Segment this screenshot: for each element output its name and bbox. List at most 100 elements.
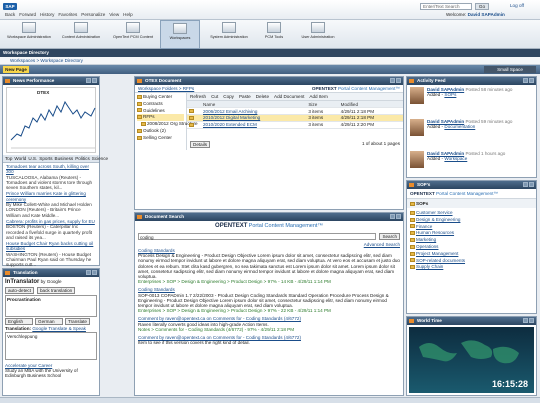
from-language-select[interactable]: English [5, 318, 33, 325]
list-item[interactable]: Project Management [410, 251, 533, 258]
tab-top[interactable]: Top [5, 156, 12, 161]
cut-button[interactable]: Cut [211, 94, 218, 99]
world-time-header[interactable]: World Time [407, 317, 536, 325]
activity-target-link[interactable]: Workspace [444, 156, 467, 161]
copy-button[interactable]: Copy [223, 94, 234, 99]
search-button[interactable]: Go [475, 3, 489, 10]
tab-system-administration[interactable]: System Administration [204, 20, 254, 49]
news-headline-link[interactable]: Cabrera: profits in gas prices, supply f… [6, 219, 95, 224]
add-document-button[interactable]: Add Document [274, 94, 304, 99]
tree-item[interactable]: Contracts [137, 101, 184, 108]
tab-us[interactable]: U.S. [28, 156, 37, 161]
folder-breadcrumb[interactable]: Workspace Folders > RFPs [138, 86, 194, 91]
small-space-button[interactable]: Small Space [484, 66, 536, 73]
tab-icon [22, 22, 36, 33]
list-item[interactable]: Finance [410, 224, 533, 231]
tab-politics[interactable]: Politics [75, 156, 90, 161]
column-header[interactable]: Modified [338, 101, 403, 109]
table-row[interactable]: 2010/2012 Digital Marketing 3 items 4/29/1… [187, 114, 403, 122]
list-item[interactable]: SOP-related documents [410, 258, 533, 265]
minimize-icon[interactable] [390, 78, 395, 83]
list-item[interactable]: Operations [410, 244, 533, 251]
list-item[interactable]: Supply Chain [410, 264, 533, 271]
tree-item[interactable]: Guidelines [137, 108, 184, 115]
translate-button[interactable]: Translate [65, 318, 90, 325]
tab-user-administration[interactable]: User Administration [294, 20, 342, 49]
menu-forward[interactable]: Forward [19, 12, 36, 17]
minimize-icon[interactable] [86, 270, 91, 275]
news-panel-header[interactable]: News Performance [3, 77, 99, 85]
close-icon[interactable] [529, 318, 534, 323]
opentext-logo: OPENTEXT [215, 223, 248, 229]
document-search-input[interactable]: coding [138, 233, 377, 240]
main-menu: Back Forward History Favorites Personali… [5, 12, 133, 17]
list-item[interactable]: Design & Engineering [410, 217, 533, 224]
menu-favorites[interactable]: Favorites [58, 12, 77, 17]
tab-content-administration[interactable]: Content Administration [56, 20, 106, 49]
view-select[interactable]: Details [190, 140, 211, 148]
menu-back[interactable]: Back [5, 12, 15, 17]
tab-opentext-pcm-content[interactable]: OpenText PCM Content [108, 20, 158, 49]
sops-panel-header[interactable]: SOP's [407, 181, 536, 189]
minimize-icon[interactable] [523, 318, 528, 323]
minimize-icon[interactable] [390, 214, 395, 219]
tab-world[interactable]: World [14, 156, 26, 161]
new-page-button[interactable]: New Page [3, 66, 29, 73]
world-time-panel: World Time 16:15:28 [406, 316, 537, 396]
minimize-icon[interactable] [523, 78, 528, 83]
tab-sports[interactable]: Sports [39, 156, 52, 161]
close-icon[interactable] [529, 78, 534, 83]
news-headline-link[interactable]: House Budget Chair Ryan backs cutting oi… [6, 241, 93, 251]
menu-help[interactable]: Help [123, 12, 132, 17]
tree-item[interactable]: 2008/2012 Org Structure [137, 121, 198, 128]
tab-pcm-tools[interactable]: PCM Tools [256, 20, 292, 49]
activity-panel-header[interactable]: Activity Feed [407, 77, 536, 85]
delete-button[interactable]: Delete [256, 94, 269, 99]
close-icon[interactable] [92, 270, 97, 275]
menu-view[interactable]: View [109, 12, 119, 17]
back-translation-toggle[interactable]: back translation [37, 287, 76, 294]
auto-detect-toggle[interactable]: auto-detect [5, 287, 34, 294]
close-icon[interactable] [92, 78, 97, 83]
refresh-button[interactable]: Refresh [190, 94, 206, 99]
close-icon[interactable] [396, 78, 401, 83]
list-item[interactable]: Marketing [410, 237, 533, 244]
activity-target-link[interactable]: SOPs [444, 92, 456, 97]
tree-item[interactable]: Buying Center [137, 94, 184, 101]
otex-panel-header[interactable]: OTEX Document [135, 77, 403, 85]
menu-history[interactable]: History [40, 12, 54, 17]
breadcrumb[interactable]: Workspaces > Workspace Directory [0, 57, 540, 65]
list-item[interactable]: Human Resources [410, 230, 533, 237]
list-item[interactable]: Customer Service [410, 210, 533, 217]
google-translate-link[interactable]: Google Translate & Speak [32, 326, 86, 331]
tree-item-selected[interactable]: RFPs [137, 114, 184, 122]
column-header[interactable]: Name [201, 101, 307, 109]
close-icon[interactable] [396, 214, 401, 219]
close-icon[interactable] [529, 182, 534, 187]
table-row[interactable]: 2006/2012 Email Archiving 3 items 4/29/11 … [187, 107, 403, 116]
news-headline-link[interactable]: Tornadoes tear across South, killing ove… [6, 164, 89, 174]
tree-item[interactable]: Selling Center [137, 135, 184, 142]
menu-personalize[interactable]: Personalize [81, 12, 105, 17]
logoff-link[interactable]: Log off [510, 3, 524, 8]
news-headline-link[interactable]: Prince William marries Kate in glitterin… [6, 191, 86, 201]
add-item-button[interactable]: Add Item [309, 94, 327, 99]
tab-business[interactable]: Business [55, 156, 74, 161]
tab-science[interactable]: Science [92, 156, 108, 161]
translator-brand: InTranslator [5, 279, 40, 285]
tree-item[interactable]: Outlook (2) [137, 128, 184, 135]
search-panel-header[interactable]: Document Search [135, 213, 403, 221]
paste-button[interactable]: Paste [239, 94, 251, 99]
minimize-icon[interactable] [86, 78, 91, 83]
search-input[interactable]: Enter/Text Search [420, 3, 472, 10]
table-row[interactable]: 2010/2020 Extended ECM 3 items 4/29/11 2:2… [187, 121, 403, 129]
activity-target-link[interactable]: Documentation [444, 124, 475, 129]
source-text-input[interactable]: Procrastination [5, 295, 97, 317]
minimize-icon[interactable] [523, 182, 528, 187]
column-header[interactable]: Size [306, 101, 339, 109]
translation-panel-header[interactable]: Translation [3, 269, 99, 277]
to-language-select[interactable]: German [35, 318, 63, 325]
tab-workspaces[interactable]: Workspaces [160, 20, 200, 49]
tab-workspace-administration[interactable]: Workspace Administration [4, 20, 54, 49]
document-search-button[interactable]: Search [379, 233, 400, 240]
